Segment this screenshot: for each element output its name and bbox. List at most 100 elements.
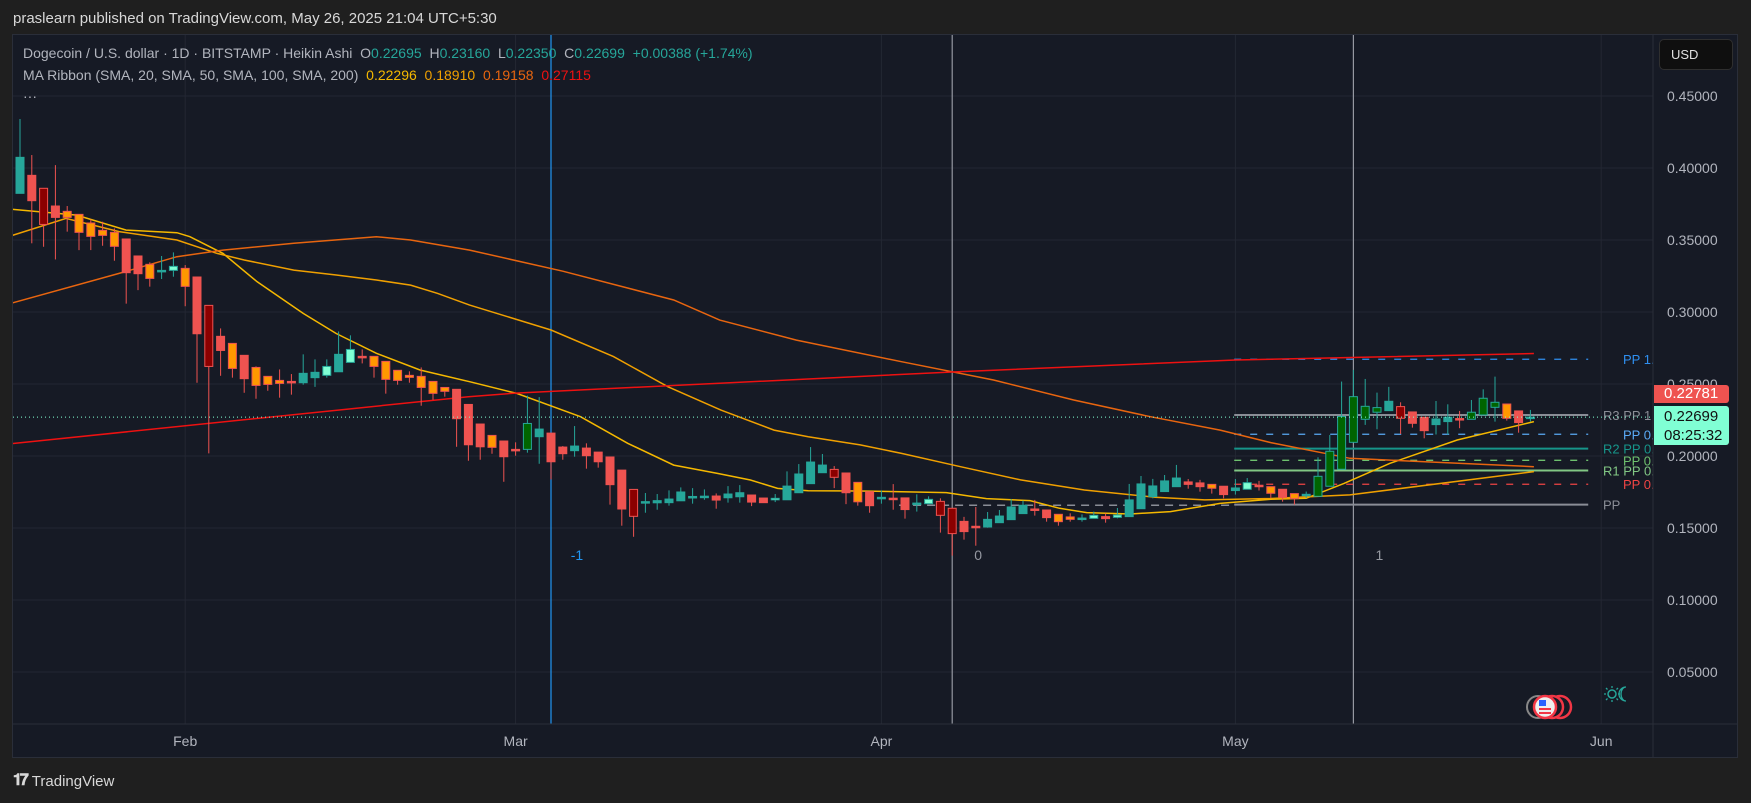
- candle-body[interactable]: [652, 500, 662, 504]
- candle-body[interactable]: [570, 445, 580, 452]
- candle-body[interactable]: [817, 464, 827, 474]
- candle-body[interactable]: [511, 448, 521, 452]
- candle-body[interactable]: [1112, 514, 1122, 518]
- candle-body[interactable]: [487, 434, 497, 448]
- candle-body[interactable]: [192, 276, 202, 335]
- time-axis[interactable]: Feb Mar Apr May Jun: [173, 733, 1612, 749]
- candle-body[interactable]: [1278, 488, 1288, 498]
- candle-body[interactable]: [416, 375, 426, 388]
- candle-body[interactable]: [629, 488, 639, 517]
- candle-body[interactable]: [1030, 508, 1040, 511]
- candle-body[interactable]: [298, 372, 308, 384]
- candle-body[interactable]: [157, 269, 167, 273]
- plot-area[interactable]: -1 0 1PP 1.6R3 PP 1PP 0.7R2 PP 0.6PP 0.5R1…: [8, 35, 1662, 724]
- candle-body[interactable]: [334, 353, 344, 373]
- candle-body[interactable]: [1384, 400, 1394, 412]
- candle-body[interactable]: [534, 428, 544, 438]
- session-icon[interactable]: [1604, 686, 1627, 702]
- candle-body[interactable]: [581, 447, 591, 457]
- candle-body[interactable]: [1183, 481, 1193, 485]
- candle-body[interactable]: [806, 461, 816, 485]
- candle-body[interactable]: [758, 497, 768, 504]
- candle-body[interactable]: [393, 369, 403, 381]
- candle-body[interactable]: [1396, 406, 1406, 419]
- candle-body[interactable]: [1124, 499, 1134, 518]
- candle-body[interactable]: [841, 472, 851, 494]
- candle-body[interactable]: [794, 473, 804, 494]
- candle-body[interactable]: [345, 348, 355, 363]
- candle-body[interactable]: [876, 496, 886, 500]
- candle-body[interactable]: [62, 210, 72, 218]
- candle-body[interactable]: [499, 440, 509, 458]
- candle-body[interactable]: [1018, 504, 1028, 515]
- tradingview-brand[interactable]: 𝟏𝟕 TradingView: [13, 772, 114, 790]
- candle-body[interactable]: [109, 231, 119, 247]
- candle-body[interactable]: [994, 515, 1004, 524]
- candle-body[interactable]: [1042, 509, 1052, 519]
- candle-body[interactable]: [947, 507, 957, 535]
- candle-body[interactable]: [1325, 450, 1335, 487]
- candle-body[interactable]: [1077, 517, 1087, 521]
- candle-body[interactable]: [1337, 416, 1347, 470]
- candle-body[interactable]: [735, 492, 745, 498]
- more-indicators-button[interactable]: ···: [23, 88, 37, 104]
- candle-body[interactable]: [747, 494, 757, 503]
- candle-body[interactable]: [27, 174, 37, 202]
- currency-button[interactable]: USD: [1659, 39, 1733, 70]
- candle-body[interactable]: [1006, 506, 1016, 521]
- candle-body[interactable]: [133, 255, 143, 275]
- candle-body[interactable]: [1065, 516, 1075, 520]
- candle-body[interactable]: [546, 432, 556, 463]
- candle-body[interactable]: [1148, 485, 1158, 498]
- symbol-title[interactable]: Dogecoin / U.S. dollar · 1D · BITSTAMP ·…: [23, 45, 352, 61]
- candle-body[interactable]: [452, 388, 462, 420]
- candle-body[interactable]: [1502, 403, 1512, 419]
- candle-body[interactable]: [1455, 418, 1465, 421]
- candle-body[interactable]: [15, 156, 25, 194]
- candle-body[interactable]: [145, 263, 155, 279]
- candle-body[interactable]: [1160, 480, 1170, 493]
- candle-body[interactable]: [1171, 477, 1181, 488]
- candle-body[interactable]: [699, 495, 709, 499]
- candle-body[interactable]: [1266, 486, 1276, 494]
- candle-body[interactable]: [1478, 397, 1488, 416]
- candle-body[interactable]: [1431, 418, 1441, 426]
- candle-body[interactable]: [98, 229, 108, 236]
- candle-body[interactable]: [428, 380, 438, 394]
- candle-body[interactable]: [971, 525, 981, 529]
- symbol-legend[interactable]: Dogecoin / U.S. dollar · 1D · BITSTAMP ·…: [23, 45, 753, 61]
- candle-body[interactable]: [39, 187, 49, 225]
- candle-body[interactable]: [912, 502, 922, 506]
- candle-body[interactable]: [1313, 475, 1323, 497]
- candle-body[interactable]: [617, 469, 627, 510]
- candle-body[interactable]: [1419, 416, 1429, 432]
- candle-body[interactable]: [522, 422, 532, 450]
- candle-body[interactable]: [310, 371, 320, 379]
- candle-body[interactable]: [1101, 516, 1111, 520]
- candle-body[interactable]: [1230, 487, 1240, 492]
- candle-body[interactable]: [1242, 482, 1252, 490]
- candle-body[interactable]: [829, 468, 839, 478]
- candle-body[interactable]: [275, 379, 285, 384]
- candle-body[interactable]: [593, 451, 603, 463]
- candle-body[interactable]: [227, 342, 237, 369]
- candle-body[interactable]: [1490, 401, 1500, 408]
- candle-body[interactable]: [50, 205, 60, 218]
- candle-body[interactable]: [381, 360, 391, 380]
- candle-body[interactable]: [558, 446, 568, 455]
- candle-body[interactable]: [900, 497, 910, 511]
- candle-body[interactable]: [865, 491, 875, 507]
- candle-body[interactable]: [404, 374, 414, 378]
- candle-body[interactable]: [286, 380, 296, 384]
- candle-body[interactable]: [1466, 411, 1476, 420]
- candle-body[interactable]: [1289, 493, 1299, 500]
- candle-body[interactable]: [369, 355, 379, 367]
- candle-body[interactable]: [983, 518, 993, 528]
- candle-body[interactable]: [770, 497, 780, 501]
- candle-body[interactable]: [74, 213, 84, 233]
- candle-body[interactable]: [239, 354, 249, 380]
- candle-body[interactable]: [263, 375, 273, 385]
- candle-body[interactable]: [463, 403, 473, 446]
- candle-body[interactable]: [357, 355, 367, 359]
- candle-body[interactable]: [605, 456, 615, 486]
